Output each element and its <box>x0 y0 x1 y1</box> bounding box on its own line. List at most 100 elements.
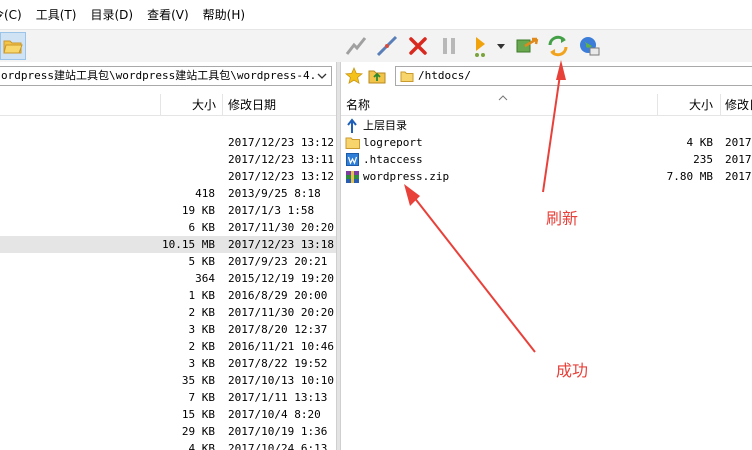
local-file-row[interactable]: 10.15 MB 2017/12/23 13:18 <box>0 236 336 253</box>
local-file-row[interactable]: 418 2013/9/25 8:18 <box>0 185 336 202</box>
local-column-size[interactable]: 大小 <box>160 94 216 116</box>
remote-file-row[interactable]: logreport 4 KB 2017/ <box>341 134 752 151</box>
local-file-row[interactable]: 2017/12/23 13:12 <box>0 134 336 151</box>
success-annotation-arrow <box>404 184 536 353</box>
menu-view[interactable]: 查看(V) <box>140 6 196 23</box>
remote-list-header: 名称 大小 修改日 <box>341 94 752 116</box>
local-file-row[interactable]: 35 KB 2017/10/13 10:10 <box>0 372 336 389</box>
local-path-row: ordpress建站工具包\wordpress建站工具包\wordpress-4… <box>0 63 336 89</box>
stop-icon <box>409 37 427 55</box>
file-date: 2017/ <box>725 136 752 149</box>
file-date: 2017/12/23 13:12 <box>228 136 334 149</box>
file-size: 364 <box>195 272 215 285</box>
queue-button[interactable] <box>467 33 493 59</box>
menu-help[interactable]: 帮助(H) <box>196 6 252 23</box>
dropdown-icon <box>497 44 505 49</box>
refresh-icon <box>548 35 568 57</box>
local-file-row[interactable]: 2 KB 2016/11/21 10:46 <box>0 338 336 355</box>
file-date: 2016/11/21 10:46 <box>228 340 334 353</box>
file-date: 2013/9/25 8:18 <box>228 187 321 200</box>
local-file-row[interactable]: 364 2015/12/19 19:20 <box>0 270 336 287</box>
menu-command[interactable]: 令(C) <box>0 6 29 23</box>
local-file-row[interactable]: 3 KB 2017/8/22 19:52 <box>0 355 336 372</box>
connect-button[interactable] <box>343 33 369 59</box>
remote-file-row[interactable]: wordpress.zip 7.80 MB 2017/ <box>341 168 752 185</box>
local-file-row[interactable]: 7 KB 2017/1/11 13:13 <box>0 389 336 406</box>
star-icon <box>344 66 364 85</box>
file-date: 2017/10/19 1:36 <box>228 425 328 438</box>
file-size: 15 KB <box>181 408 215 421</box>
stop-button[interactable] <box>405 33 431 59</box>
menu-bar: 令(C) 工具(T) 目录(D) 查看(V) 帮助(H) <box>0 0 752 30</box>
file-date: 2016/8/29 20:00 <box>228 289 328 302</box>
disconnect-button[interactable] <box>374 33 400 59</box>
file-date: 2015/12/19 19:20 <box>228 272 334 285</box>
zip-archive-icon <box>346 171 359 183</box>
local-file-row[interactable]: 2017/12/23 13:12 <box>0 168 336 185</box>
ftp-client-window: 令(C) 工具(T) 目录(D) 查看(V) 帮助(H) <box>0 0 752 450</box>
local-file-row[interactable]: 2017/12/23 13:11 <box>0 151 336 168</box>
file-size: 7.80 MB <box>666 170 713 183</box>
remote-path-field[interactable]: /htdocs/ <box>395 66 752 86</box>
local-path-dropdown[interactable] <box>315 69 329 83</box>
remote-path-text: /htdocs/ <box>418 69 471 82</box>
file-size: 2 KB <box>188 340 216 353</box>
remote-column-date[interactable]: 修改日 <box>725 94 752 116</box>
remote-column-size[interactable]: 大小 <box>661 94 713 116</box>
file-size: 5 KB <box>188 255 216 268</box>
local-file-row[interactable]: 3 KB 2017/8/20 12:37 <box>0 321 336 338</box>
file-size: 418 <box>195 187 215 200</box>
file-size: 29 KB <box>181 425 215 438</box>
file-size: 1 KB <box>188 289 216 302</box>
local-file-row[interactable]: 1 KB 2016/8/29 20:00 <box>0 287 336 304</box>
file-name: 上层目录 <box>363 119 407 132</box>
connect-icon <box>345 37 367 55</box>
remote-column-name[interactable]: 名称 <box>346 94 370 116</box>
local-file-row[interactable]: 19 KB 2017/1/3 1:58 <box>0 202 336 219</box>
queue-dropdown[interactable] <box>494 33 508 59</box>
parent-directory-button[interactable] <box>368 67 386 88</box>
folder-icon <box>400 71 414 82</box>
local-file-row[interactable]: 5 KB 2017/9/23 20:21 <box>0 253 336 270</box>
globe-icon <box>580 37 600 56</box>
queue-icon <box>475 37 485 57</box>
success-annotation-label: 成功 <box>556 361 589 380</box>
local-path-text: ordpress建站工具包\wordpress建站工具包\wordpress-4… <box>1 69 323 82</box>
refresh-annotation-label: 刷新 <box>546 209 579 228</box>
disconnect-icon <box>376 35 398 57</box>
remote-file-row[interactable]: .htaccess 235 2017/ <box>341 151 752 168</box>
remote-file-row[interactable]: 上层目录 <box>341 117 752 134</box>
local-file-row[interactable]: 4 KB 2017/10/24 6:13 <box>0 440 336 450</box>
file-date: 2017/10/13 10:10 <box>228 374 334 387</box>
local-path-combobox[interactable]: ordpress建站工具包\wordpress建站工具包\wordpress-4… <box>0 66 332 86</box>
file-date: 2017/ <box>725 170 752 183</box>
local-column-date[interactable]: 修改日期 <box>228 94 276 116</box>
local-list-header: 大小 修改日期 <box>0 94 336 116</box>
file-date: 2017/ <box>725 153 752 166</box>
file-name: logreport <box>363 136 423 149</box>
site-manager-button[interactable] <box>576 33 602 59</box>
file-size: 235 <box>693 153 713 166</box>
menu-tools[interactable]: 工具(T) <box>29 6 84 23</box>
file-date: 2017/12/23 13:11 <box>228 153 334 166</box>
folder-icon <box>345 137 360 149</box>
local-folder-button[interactable] <box>0 32 26 60</box>
folder-up-icon <box>368 70 386 84</box>
menu-directory[interactable]: 目录(D) <box>83 6 140 23</box>
sort-up-icon <box>498 95 508 101</box>
local-file-row[interactable]: 6 KB 2017/11/30 20:20 <box>0 219 336 236</box>
pause-button[interactable] <box>436 33 462 59</box>
file-date: 2017/10/24 6:13 <box>228 442 328 450</box>
local-file-row[interactable]: 15 KB 2017/10/4 8:20 <box>0 406 336 423</box>
local-file-row[interactable]: 29 KB 2017/10/19 1:36 <box>0 423 336 440</box>
refresh-button[interactable] <box>545 33 571 59</box>
folder-open-icon <box>3 40 23 54</box>
local-file-row[interactable]: 2 KB 2017/11/30 20:20 <box>0 304 336 321</box>
file-size: 3 KB <box>188 357 216 370</box>
file-date: 2017/11/30 20:20 <box>228 306 334 319</box>
file-date: 2017/9/23 20:21 <box>228 255 328 268</box>
sync-browse-button[interactable] <box>514 33 540 59</box>
file-date: 2017/1/3 1:58 <box>228 204 315 217</box>
bookmark-button[interactable] <box>344 66 364 88</box>
file-date: 2017/12/23 13:18 <box>228 238 334 251</box>
